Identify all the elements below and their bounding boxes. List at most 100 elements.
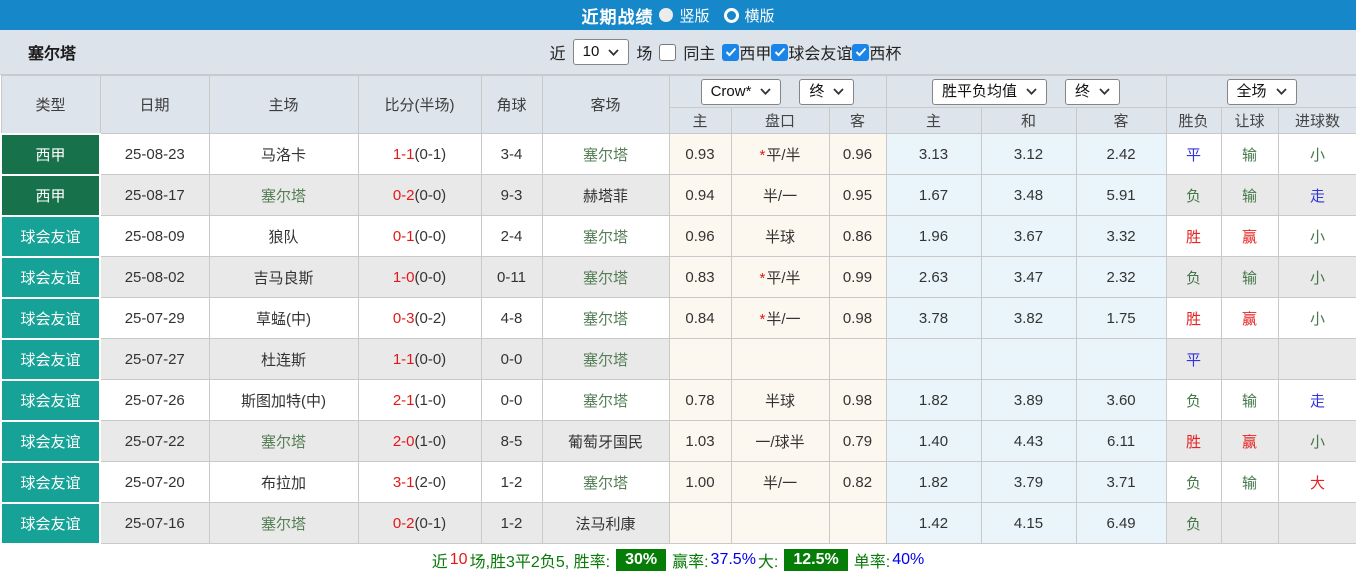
radio-horizontal-layout[interactable]: 横版 bbox=[723, 5, 775, 26]
handicap-text: 一/球半 bbox=[755, 433, 805, 451]
match-count-select[interactable]: 10 bbox=[572, 39, 630, 65]
league-label: 西杯 bbox=[869, 46, 902, 63]
result-wdl: 负 bbox=[1186, 474, 1202, 492]
handicap-text: 半/一 bbox=[762, 187, 798, 205]
summary-segment: 场,胜3平2负5, 胜率: bbox=[469, 554, 611, 571]
results-table: 类型 日期 主场 比分(半场) 角球 客场 Crow* 终 胜平负均值 终 全场… bbox=[0, 75, 1356, 545]
result-wdl-cell: 胜 bbox=[1165, 297, 1222, 339]
odds-company-select[interactable]: Crow* bbox=[700, 78, 782, 105]
home-team-cell: 杜连斯 bbox=[208, 338, 359, 380]
fulltime-score: 3-1 bbox=[392, 473, 415, 491]
result-wdl-cell: 胜 bbox=[1165, 215, 1222, 257]
summary-segment: 赢率: bbox=[672, 554, 709, 571]
league-checkbox[interactable] bbox=[852, 43, 870, 61]
away-team: 塞尔塔 bbox=[582, 392, 628, 410]
result-handicap-cell: 输 bbox=[1220, 256, 1279, 298]
subcol-avg-away: 客 bbox=[1075, 107, 1167, 134]
result-handicap: 输 bbox=[1242, 269, 1258, 287]
odds-period-value: 终 bbox=[809, 82, 825, 100]
league-label: 西甲 bbox=[739, 46, 772, 63]
avg-home: 1.96 bbox=[885, 215, 982, 257]
check-icon bbox=[855, 47, 867, 57]
odds-away: 0.86 bbox=[828, 215, 887, 257]
table-row: 球会友谊 25-07-16 塞尔塔 0-2(0-1) 1-2 法马利康 1.42 4.15 6.… bbox=[0, 501, 1356, 545]
corner-score: 1-2 bbox=[480, 461, 543, 503]
odds-handicap: *平/半 bbox=[730, 256, 830, 298]
result-handicap-cell: 输 bbox=[1220, 461, 1279, 503]
odds-handicap: *半/一 bbox=[730, 297, 830, 339]
odds-away: 0.95 bbox=[828, 174, 887, 216]
odds-home: 0.78 bbox=[668, 379, 732, 421]
avg-draw: 3.67 bbox=[980, 215, 1077, 257]
same-home-checkbox[interactable] bbox=[659, 43, 677, 61]
radio-vertical-layout[interactable]: 竖版 bbox=[659, 5, 710, 26]
result-goals: 大 bbox=[1310, 474, 1326, 492]
odds-away: 0.98 bbox=[828, 379, 887, 421]
chevron-down-icon bbox=[760, 88, 772, 95]
result-wdl: 胜 bbox=[1186, 310, 1202, 328]
result-wdl-cell: 平 bbox=[1165, 133, 1222, 175]
avg-away: 5.91 bbox=[1075, 174, 1167, 216]
subcol-result-goals: 进球数 bbox=[1277, 107, 1356, 134]
away-team-cell: 塞尔塔 bbox=[541, 338, 670, 380]
league-checkbox[interactable] bbox=[771, 43, 789, 61]
chevron-down-icon bbox=[1275, 88, 1287, 95]
halftime-score: (0-0) bbox=[414, 350, 447, 368]
avg-away: 6.49 bbox=[1075, 502, 1167, 544]
avg-home bbox=[885, 338, 982, 380]
halftime-score: (0-2) bbox=[414, 309, 447, 327]
home-team-cell: 草蜢(中) bbox=[208, 297, 359, 339]
result-goals-cell: 走 bbox=[1277, 379, 1356, 421]
fulltime-score: 1-1 bbox=[392, 145, 415, 163]
halftime-score: (0-0) bbox=[414, 227, 447, 245]
result-handicap-cell: 输 bbox=[1220, 133, 1279, 175]
avg-type-select[interactable]: 胜平负均值 bbox=[932, 78, 1048, 105]
result-goals-cell bbox=[1277, 338, 1356, 380]
corner-score: 9-3 bbox=[480, 174, 543, 216]
score-cell: 0-2(0-1) bbox=[357, 502, 482, 544]
chevron-down-icon bbox=[833, 88, 845, 95]
match-date: 25-07-27 bbox=[99, 338, 210, 380]
result-wdl-cell: 胜 bbox=[1165, 420, 1222, 462]
scope-select[interactable]: 全场 bbox=[1226, 78, 1297, 105]
header-dropdown-row: 类型 日期 主场 比分(半场) 角球 客场 Crow* 终 胜平负均值 终 全场 bbox=[0, 75, 1356, 134]
subcol-odds-handicap: 盘口 bbox=[730, 107, 830, 134]
avg-away: 2.42 bbox=[1075, 133, 1167, 175]
layout-radio-group: 竖版 横版 bbox=[659, 5, 775, 26]
odds-period-select[interactable]: 终 bbox=[799, 78, 855, 105]
result-wdl: 胜 bbox=[1186, 228, 1202, 246]
result-goals-cell bbox=[1277, 502, 1356, 544]
avg-home: 3.78 bbox=[885, 297, 982, 339]
avg-draw: 3.89 bbox=[980, 379, 1077, 421]
league-checkbox[interactable] bbox=[722, 43, 740, 61]
result-handicap-cell bbox=[1220, 502, 1279, 544]
radio-unselected-icon[interactable] bbox=[723, 7, 739, 23]
home-team: 塞尔塔 bbox=[260, 187, 306, 205]
star-icon: * bbox=[759, 310, 766, 328]
avg-odds-group: 胜平负均值 终 bbox=[885, 75, 1167, 108]
home-team: 吉马良斯 bbox=[253, 269, 314, 287]
match-type: 球会友谊 bbox=[0, 460, 101, 504]
result-wdl-cell: 负 bbox=[1165, 256, 1222, 298]
away-team: 法马利康 bbox=[575, 515, 636, 533]
col-header-home: 主场 bbox=[208, 75, 359, 134]
match-count-value: 10 bbox=[582, 43, 600, 60]
odds-home: 1.03 bbox=[668, 420, 732, 462]
page-title: 近期战绩 bbox=[581, 7, 654, 27]
scope-value: 全场 bbox=[1236, 82, 1267, 100]
odds-company-value: Crow* bbox=[710, 82, 752, 100]
table-row: 球会友谊 25-07-26 斯图加特(中) 2-1(1-0) 0-0 塞尔塔 0.78 半球 0… bbox=[0, 378, 1356, 422]
table-row: 球会友谊 25-08-09 狼队 0-1(0-0) 2-4 塞尔塔 0.96 半球 0.86 1.… bbox=[0, 214, 1356, 258]
match-type: 球会友谊 bbox=[0, 419, 101, 463]
home-team: 狼队 bbox=[268, 228, 299, 246]
halftime-score: (0-1) bbox=[414, 514, 447, 532]
home-team-cell: 塞尔塔 bbox=[208, 174, 359, 216]
fulltime-score: 0-3 bbox=[392, 309, 415, 327]
fulltime-score: 1-1 bbox=[392, 350, 415, 368]
result-wdl-cell: 负 bbox=[1165, 461, 1222, 503]
result-handicap: 赢 bbox=[1242, 228, 1258, 246]
avg-period-select[interactable]: 终 bbox=[1065, 78, 1121, 105]
radio-selected-icon[interactable] bbox=[659, 8, 674, 22]
match-type: 球会友谊 bbox=[0, 337, 101, 381]
result-wdl: 平 bbox=[1186, 146, 1202, 164]
